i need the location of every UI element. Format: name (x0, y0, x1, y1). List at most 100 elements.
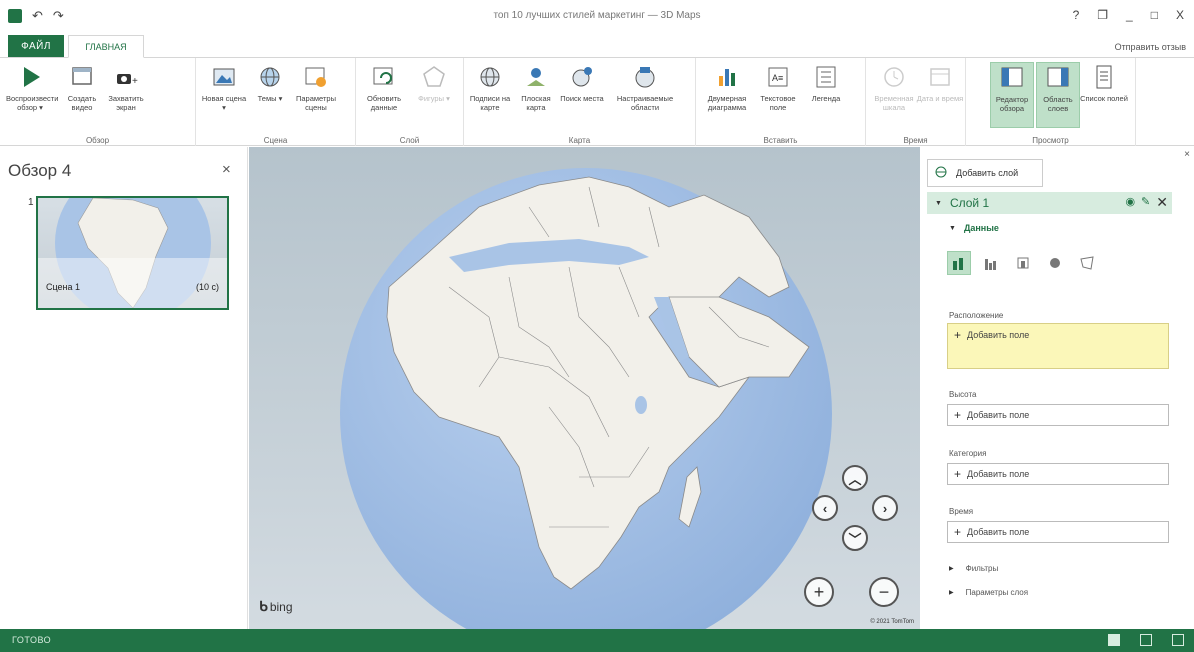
scene-settings-icon (303, 64, 329, 90)
bar-chart-icon (714, 64, 740, 90)
zoom-out-button[interactable]: − (869, 577, 899, 607)
refresh-data-button[interactable]: Обновить данные (362, 62, 406, 128)
status-bar: ГОТОВО (0, 629, 1194, 652)
2d-chart-button[interactable]: Двумерная диаграмма (702, 62, 752, 128)
bing-icon: ᑲ (259, 598, 268, 614)
layer-options-section[interactable]: ▶ Параметры слоя (949, 588, 1028, 597)
date-time-button[interactable]: Дата и время (917, 62, 963, 128)
capture-screen-button[interactable]: + Захватить экран (104, 62, 148, 128)
new-scene-button[interactable]: Новая сцена ▾ (202, 62, 246, 128)
layer-tools: ◉ ✎ ✕ (1125, 195, 1168, 209)
clustered-column-icon[interactable] (979, 251, 1003, 275)
find-location-icon (569, 64, 595, 90)
height-add-field[interactable]: + Добавить поле (947, 404, 1169, 426)
help-icon[interactable]: ? (1073, 8, 1080, 22)
custom-regions-icon (632, 64, 658, 90)
heatmap-icon[interactable] (1043, 251, 1067, 275)
plus-icon: + (954, 467, 962, 481)
field-list-button[interactable]: Список полей (1080, 62, 1128, 128)
category-add-field[interactable]: + Добавить поле (947, 463, 1169, 485)
scene-thumbnail[interactable]: Сцена 1 (10 с) (36, 196, 229, 310)
group-layer: Обновить данные Фигуры ▾ Слой (356, 58, 464, 146)
play-icon (17, 64, 43, 90)
legend-button[interactable]: Легенда (804, 62, 848, 128)
layer-view-icon[interactable] (1140, 634, 1152, 646)
globe-labels-icon (477, 64, 503, 90)
scene-thumbnail-globe (38, 198, 227, 308)
flat-map-button[interactable]: Плоская карта (514, 62, 558, 128)
region-icon[interactable] (1075, 251, 1099, 275)
scene-options-button[interactable]: Параметры сцены (294, 62, 338, 128)
location-label: Расположение (949, 311, 1004, 320)
scene-duration: (10 с) (195, 282, 219, 292)
tilt-up-button[interactable]: ︿ (842, 465, 868, 491)
rotate-left-button[interactable]: ‹ (812, 495, 838, 521)
tour-editor-icon (999, 65, 1025, 91)
status-view-icons (1108, 634, 1184, 646)
time-label: Время (949, 507, 974, 516)
layer-pane-icon (1045, 65, 1071, 91)
map-viewport[interactable]: ︿ ‹ › ﹀ + − ᑲ bing © 2021 TomTom (249, 147, 920, 629)
tour-editor-panel: Обзор 4 × 1 Сцена 1 (10 с) (0, 147, 248, 629)
data-section-header[interactable]: ▼ Данные (949, 223, 999, 233)
map-labels-button[interactable]: Подписи на карте (468, 62, 512, 128)
svg-text:A≡: A≡ (772, 73, 783, 83)
delete-layer-icon[interactable]: ✕ (1156, 195, 1168, 209)
layer-pane-button[interactable]: Область слоев (1036, 62, 1080, 128)
text-box-button[interactable]: A≡ Текстовое поле (756, 62, 800, 128)
stacked-column-icon[interactable] (947, 251, 971, 275)
collapse-layer-icon[interactable]: ▼ (935, 200, 942, 207)
location-add-field[interactable]: + Добавить поле (947, 323, 1169, 369)
tour-view-icon[interactable] (1108, 634, 1120, 646)
time-add-field[interactable]: + Добавить поле (947, 521, 1169, 543)
group-view: Редактор обзора Область слоев Список пол… (966, 58, 1136, 146)
minimize-icon[interactable]: _ (1126, 8, 1133, 22)
send-feedback-link[interactable]: Отправить отзыв (1115, 42, 1186, 52)
clock-icon (881, 64, 907, 90)
layer-header[interactable]: ▼ Слой 1 ◉ ✎ ✕ (927, 192, 1172, 214)
text-box-icon: A≡ (765, 64, 791, 90)
restore-ribbon-icon[interactable]: ❐ (1097, 8, 1108, 22)
close-layer-pane-icon[interactable]: × (1184, 149, 1190, 160)
zoom-in-button[interactable]: + (804, 577, 834, 607)
timeline-button[interactable]: Временная шкала (872, 62, 916, 128)
add-layer-button[interactable]: Добавить слой (927, 159, 1043, 187)
find-location-button[interactable]: Поиск места (560, 62, 604, 128)
tab-file[interactable]: ФАЙЛ (8, 35, 64, 57)
tour-editor-button[interactable]: Редактор обзора (990, 62, 1034, 128)
expand-layer-options-icon: ▶ (949, 590, 954, 596)
plus-icon: + (954, 408, 962, 422)
play-tour-button[interactable]: Воспроизвести обзор ▾ (4, 62, 58, 128)
maximize-icon[interactable]: □ (1151, 8, 1158, 22)
fullscreen-icon[interactable] (1172, 634, 1184, 646)
window-controls: ? ❐ _ □ X (1073, 8, 1184, 22)
custom-regions-button[interactable]: Настраиваемые области (610, 62, 680, 128)
bubble-icon[interactable] (1011, 251, 1035, 275)
tilt-down-button[interactable]: ﹀ (842, 525, 868, 551)
group-scene: Новая сцена ▾ Темы ▾ Параметры сцены Сце… (196, 58, 356, 146)
rotate-right-button[interactable]: › (872, 495, 898, 521)
filters-section[interactable]: ▶ Фильтры (949, 564, 998, 573)
rename-icon[interactable]: ✎ (1141, 195, 1150, 209)
plus-icon: + (954, 525, 962, 539)
shapes-button[interactable]: Фигуры ▾ (412, 62, 456, 128)
plus-icon: + (954, 328, 962, 342)
height-label: Высота (949, 390, 977, 399)
close-window-icon[interactable]: X (1176, 8, 1184, 22)
window-title: топ 10 лучших стилей маркетинг — 3D Maps (493, 10, 701, 21)
group-tour: Воспроизвести обзор ▾ Создать видео + За… (0, 58, 196, 146)
ribbon-tabs: ФАЙЛ ГЛАВНАЯ Отправить отзыв (0, 32, 1194, 58)
picture-icon (211, 64, 237, 90)
globe[interactable] (249, 147, 920, 629)
themes-button[interactable]: Темы ▾ (248, 62, 292, 128)
legend-icon (813, 64, 839, 90)
bing-logo: ᑲ bing (259, 598, 293, 614)
camera-icon: + (113, 64, 139, 90)
close-tour-panel-icon[interactable]: × (222, 161, 231, 178)
shapes-icon (421, 64, 447, 90)
tab-home[interactable]: ГЛАВНАЯ (68, 35, 144, 58)
visibility-icon[interactable]: ◉ (1125, 195, 1135, 209)
create-video-button[interactable]: Создать видео (60, 62, 104, 128)
layer-pane: × Добавить слой ▼ Слой 1 ◉ ✎ ✕ ▼ Данные … (921, 147, 1194, 629)
globe-icon (257, 64, 283, 90)
